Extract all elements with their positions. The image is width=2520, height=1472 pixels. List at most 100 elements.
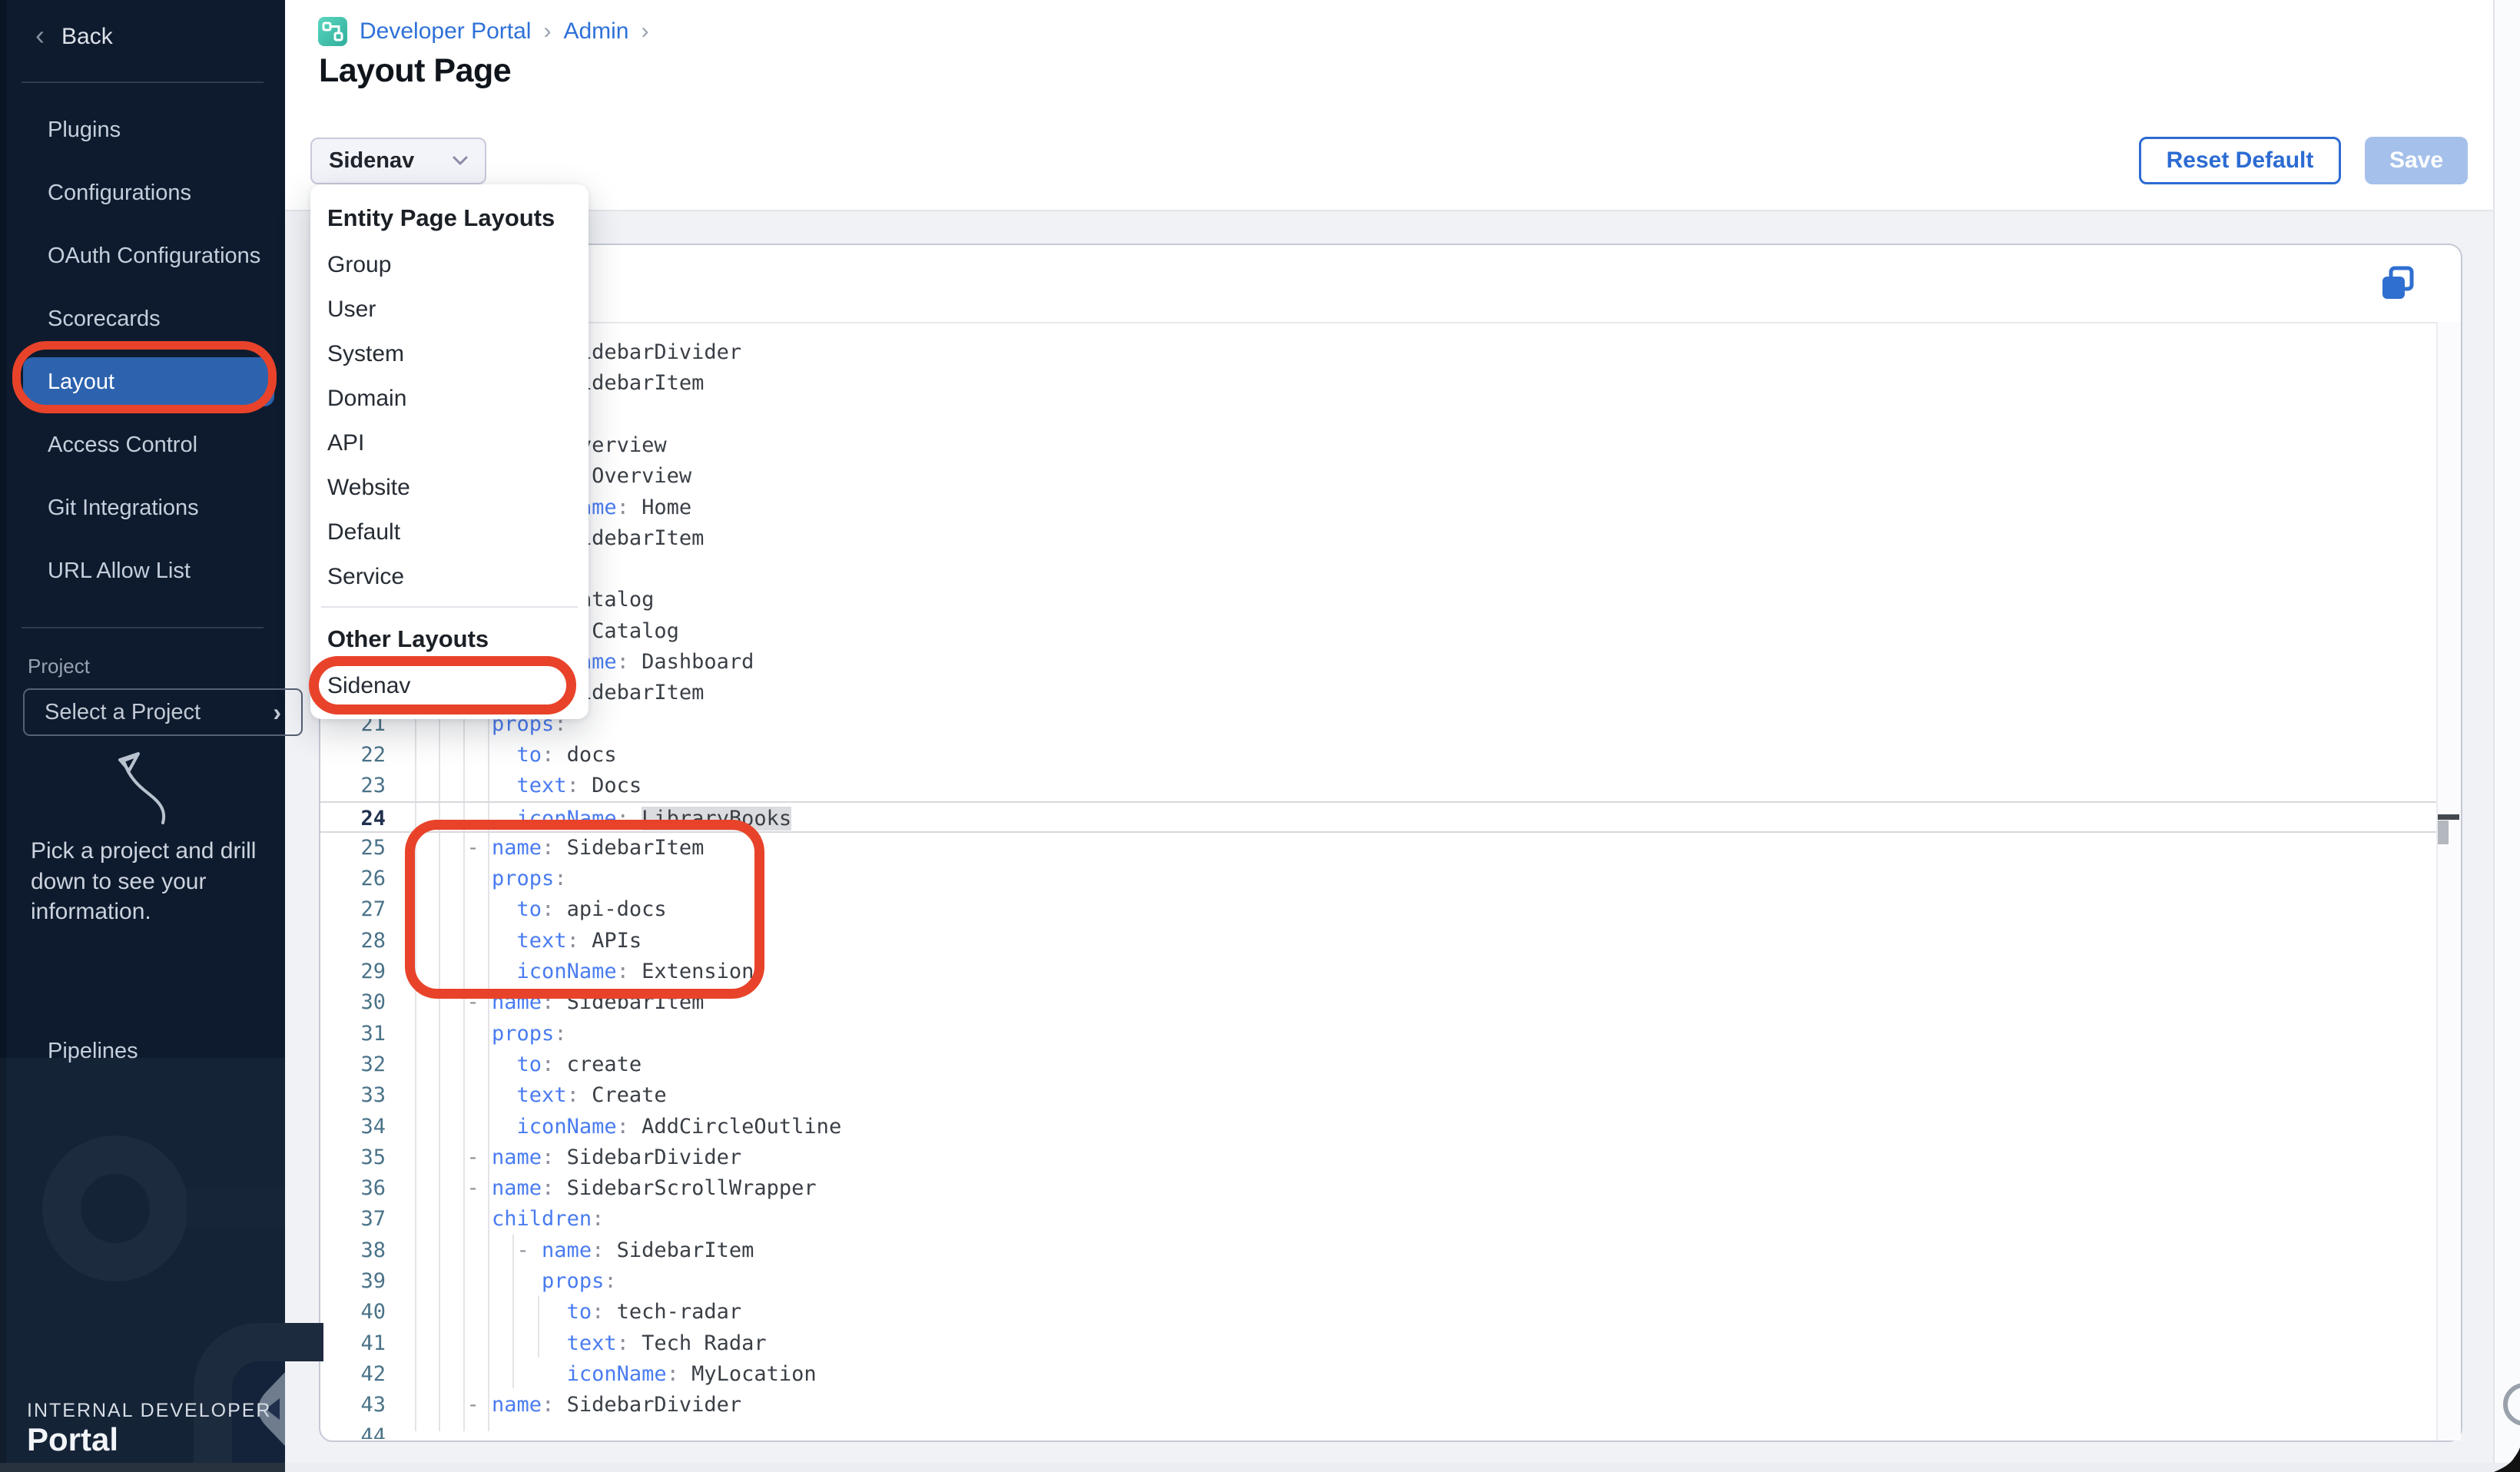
arrow-doodle-icon — [114, 749, 178, 830]
code-line-43[interactable]: 43 - name: SidebarDivider — [320, 1389, 2437, 1421]
code-line-33[interactable]: 33 text: Create — [320, 1079, 2437, 1111]
sidebar-item-label: Access Control — [48, 433, 197, 458]
sidebar-item-label: Configurations — [48, 181, 191, 206]
breadcrumb-developer-portal[interactable]: Developer Portal — [360, 18, 531, 45]
code-line-21[interactable]: 21 props: — [320, 708, 2437, 740]
brand-internal-developer: INTERNAL DEVELOPER — [27, 1400, 271, 1422]
code-line-41[interactable]: 41 text: Tech Radar — [320, 1328, 2437, 1359]
page-title: Layout Page — [319, 52, 511, 90]
code-line-34[interactable]: 34 iconName: AddCircleOutline — [320, 1111, 2437, 1142]
sidebar-item-oauth-configurations[interactable]: OAuth Configurations — [0, 224, 285, 287]
line-content: to: api-docs — [442, 893, 667, 925]
code-line-25[interactable]: 25 - name: SidebarItem — [320, 832, 2437, 864]
code-line-30[interactable]: 30 - name: SidebarItem — [320, 986, 2437, 1018]
sidebar-item-scorecards[interactable]: Scorecards — [0, 287, 285, 350]
code-line-29[interactable]: 29 iconName: Extension — [320, 956, 2437, 987]
layout-type-select-value: Sidenav — [329, 148, 414, 174]
reset-default-button[interactable]: Reset Default — [2139, 137, 2341, 184]
menu-item-domain[interactable]: Domain — [310, 376, 589, 421]
line-content: iconName: MyLocation — [442, 1358, 817, 1390]
code-line-39[interactable]: 39 props: — [320, 1265, 2437, 1297]
code-line-10[interactable]: 10 - name: SidebarItem — [320, 367, 2437, 399]
code-line-32[interactable]: 32 to: create — [320, 1049, 2437, 1080]
sidebar-item-url-allow-list[interactable]: URL Allow List — [0, 539, 285, 602]
editor-scrollbar-track[interactable] — [2436, 322, 2461, 1441]
menu-item-user[interactable]: User — [310, 287, 589, 332]
menu-item-api[interactable]: API — [310, 421, 589, 466]
sidebar-item-layout[interactable]: Layout — [0, 350, 285, 413]
menu-item-group[interactable]: Group — [310, 243, 589, 287]
code-line-22[interactable]: 22 to: docs — [320, 739, 2437, 771]
code-line-18[interactable]: 18 text: Catalog — [320, 615, 2437, 647]
code-line-36[interactable]: 36 - name: SidebarScrollWrapper — [320, 1172, 2437, 1204]
breadcrumb-admin[interactable]: Admin — [563, 18, 628, 45]
bottom-strip — [285, 1463, 2520, 1472]
code-line-37[interactable]: 37 children: — [320, 1203, 2437, 1235]
save-button[interactable]: Save — [2365, 137, 2468, 184]
code-line-19[interactable]: 19 iconName: Dashboard — [320, 646, 2437, 678]
menu-item-system[interactable]: System — [310, 332, 589, 376]
menu-entries: Entity Page LayoutsGroupUserSystemDomain… — [310, 194, 589, 708]
line-content: children: — [442, 1203, 604, 1235]
select-project-button[interactable]: Select a Project › — [23, 688, 303, 736]
copy-icon[interactable] — [2379, 265, 2416, 302]
code-line-40[interactable]: 40 to: tech-radar — [320, 1296, 2437, 1328]
code-line-16[interactable]: 16 props: — [320, 553, 2437, 585]
sidebar-item-plugins[interactable]: Plugins — [0, 98, 285, 161]
line-content: text: Tech Radar — [442, 1328, 767, 1359]
code-line-13[interactable]: 13 text: Overview — [320, 460, 2437, 492]
page-scrollbar-track[interactable] — [2493, 0, 2520, 1472]
line-content: text: Docs — [442, 770, 642, 801]
line-content: iconName: LibraryBooks — [442, 803, 791, 834]
line-content: iconName: AddCircleOutline — [442, 1111, 841, 1142]
sidebar-item-configurations[interactable]: Configurations — [0, 161, 285, 224]
line-number: 23 — [320, 770, 386, 801]
line-number: 32 — [320, 1049, 386, 1080]
code-line-24[interactable]: 24 iconName: LibraryBooks — [320, 801, 2437, 833]
code-line-12[interactable]: 12 to: overview — [320, 429, 2437, 461]
page-header: Developer Portal › Admin › Layout Page S… — [285, 0, 2520, 211]
code-line-44[interactable]: 44 — [320, 1421, 2437, 1440]
code-line-28[interactable]: 28 text: APIs — [320, 925, 2437, 956]
line-number: 31 — [320, 1018, 386, 1049]
sidebar-item-label: Git Integrations — [48, 496, 199, 521]
line-content: props: — [442, 1018, 567, 1049]
line-content: text: Create — [442, 1079, 667, 1111]
code-line-35[interactable]: 35 - name: SidebarDivider — [320, 1142, 2437, 1173]
code-line-15[interactable]: 15 - name: SidebarItem — [320, 522, 2437, 554]
line-content: props: — [442, 1265, 617, 1297]
line-number: 41 — [320, 1328, 386, 1359]
editor-scrollbar-thumb[interactable] — [2438, 821, 2449, 844]
code-line-14[interactable]: 14 iconName: Home — [320, 492, 2437, 523]
line-number: 43 — [320, 1389, 386, 1421]
code-line-38[interactable]: 38 - name: SidebarItem — [320, 1235, 2437, 1266]
back-button[interactable]: ‹ Back — [35, 23, 113, 51]
sidebar-nav: Plugins Configurations OAuth Configuration… — [0, 98, 285, 602]
code-line-31[interactable]: 31 props: — [320, 1018, 2437, 1049]
yaml-editor[interactable]: 9 - name: SidebarDivider10 - name: Sideb… — [320, 323, 2437, 1439]
code-line-20[interactable]: 20 - name: SidebarItem — [320, 677, 2437, 708]
sidebar-item-git-integrations[interactable]: Git Integrations — [0, 476, 285, 539]
sidebar-bottom-strip — [0, 1463, 285, 1472]
code-line-42[interactable]: 42 iconName: MyLocation — [320, 1358, 2437, 1390]
code-line-17[interactable]: 17 to: catalog — [320, 584, 2437, 615]
menu-item-default[interactable]: Default — [310, 510, 589, 555]
menu-item-website[interactable]: Website — [310, 466, 589, 510]
sidebar-item-access-control[interactable]: Access Control — [0, 413, 285, 476]
developer-portal-logo-icon — [318, 17, 347, 46]
back-label: Back — [61, 24, 113, 50]
code-line-11[interactable]: 11 props: — [320, 399, 2437, 430]
sidebar-item-label: Scorecards — [48, 307, 161, 332]
menu-item-sidenav[interactable]: Sidenav — [310, 664, 589, 708]
scrollbar-selection-marker — [2438, 814, 2459, 820]
code-line-9[interactable]: 9 - name: SidebarDivider — [320, 337, 2437, 368]
code-line-23[interactable]: 23 text: Docs — [320, 770, 2437, 801]
admin-sidebar: ‹ Back Plugins Configurations OAuth Config… — [0, 0, 285, 1472]
menu-item-service[interactable]: Service — [310, 555, 589, 599]
code-line-27[interactable]: 27 to: api-docs — [320, 893, 2437, 925]
code-line-26[interactable]: 26 props: — [320, 863, 2437, 894]
line-number: 36 — [320, 1172, 386, 1204]
line-content: to: tech-radar — [442, 1296, 741, 1328]
line-number: 22 — [320, 739, 386, 771]
layout-type-select[interactable]: Sidenav — [310, 138, 486, 184]
